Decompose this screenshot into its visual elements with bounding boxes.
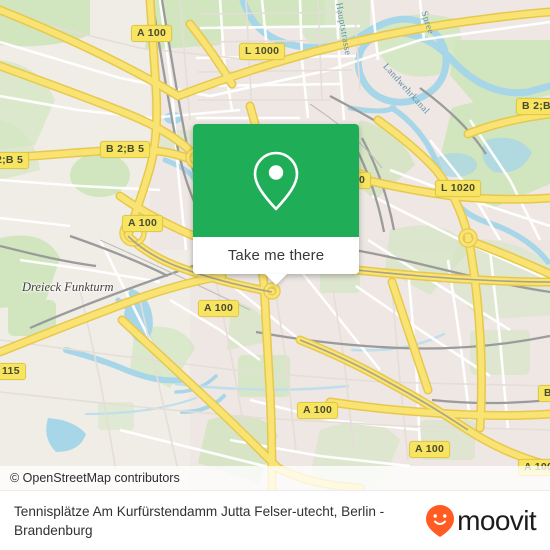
road-shield: L 1020 [435,180,482,197]
take-me-there-card[interactable]: Take me there [193,124,359,285]
road-shield: B 2;B 5 [516,98,550,115]
place-label: Dreieck Funkturm [22,280,114,294]
map-attribution-bar: © OpenStreetMap contributors [0,466,550,490]
road-shield: A 100 [409,441,451,458]
take-me-there-label: Take me there [227,247,325,264]
osm-attribution-text[interactable]: © OpenStreetMap contributors [0,471,180,485]
card-action-bar[interactable]: Take me there [193,237,359,285]
road-shield: B [538,385,550,402]
moovit-wordmark: moovit [457,504,536,536]
moovit-brand[interactable]: moovit [425,504,537,538]
moovit-map-screen: A 100L 1000B 2;B 52;B 5B 2;B 5A 1000L 10… [0,0,550,550]
map-pin-icon [253,151,299,210]
card-marker-area [193,124,359,237]
road-shield: B 2;B 5 [100,141,151,158]
road-shield: 2;B 5 [0,152,30,169]
location-title: Tennisplätze Am Kurfürstendamm Jutta Fel… [14,503,385,538]
road-shield: 115 [0,363,26,380]
footer-bar: Tennisplätze Am Kurfürstendamm Jutta Fel… [0,490,550,550]
moovit-smiley-pin-icon [426,504,455,537]
map-canvas[interactable]: A 100L 1000B 2;B 52;B 5B 2;B 5A 1000L 10… [0,0,550,490]
road-shield: A 100 [198,300,240,317]
road-shield: A 100 [297,402,339,419]
road-shield: A 100 [122,215,164,232]
road-shield: L 1000 [239,43,286,60]
card-pointer-tail [265,274,287,285]
road-shield: A 100 [131,25,173,42]
